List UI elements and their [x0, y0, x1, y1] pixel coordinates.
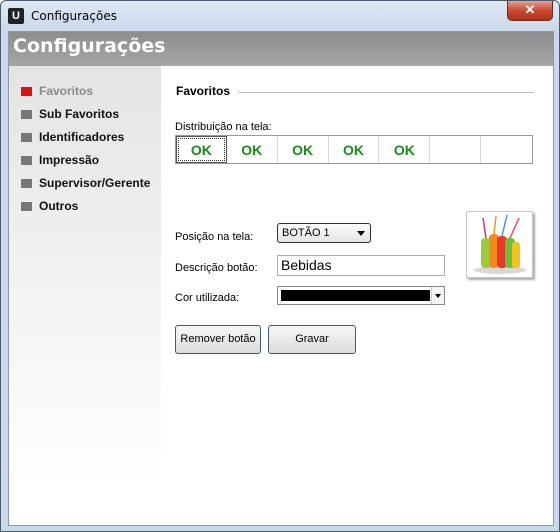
remove-button[interactable]: Remover botão	[175, 325, 261, 354]
gray-square-icon	[21, 155, 32, 165]
button-image-preview[interactable]	[466, 211, 533, 278]
button-slot-grid: OK OK OK OK OK	[175, 135, 533, 164]
description-label: Descrição botão:	[175, 262, 258, 274]
sidebar-item-outros[interactable]: Outros	[21, 198, 78, 214]
sidebar-item-impressao[interactable]: Impressão	[21, 152, 99, 168]
gray-square-icon	[21, 132, 32, 142]
chevron-down-icon	[357, 231, 365, 236]
sidebar-item-label: Supervisor/Gerente	[39, 176, 151, 190]
color-picker[interactable]	[277, 286, 445, 305]
sidebar-item-sub-favoritos[interactable]: Sub Favoritos	[21, 106, 119, 122]
header-band: Configurações	[9, 32, 553, 66]
sidebar-item-identificadores[interactable]: Identificadores	[21, 129, 124, 145]
close-button[interactable]: ✕	[507, 1, 553, 21]
sidebar-item-label: Impressão	[39, 153, 100, 167]
slot-cell[interactable]: OK	[379, 136, 431, 163]
slot-cell[interactable]: OK	[227, 136, 278, 163]
sidebar-item-label: Favoritos	[39, 84, 94, 98]
chevron-down-icon[interactable]	[431, 287, 444, 304]
description-input[interactable]: Bebidas	[277, 255, 445, 276]
slot-cell[interactable]: OK	[278, 136, 329, 163]
title-bar[interactable]: U Configurações ✕	[1, 1, 559, 31]
color-label: Cor utilizada:	[175, 292, 240, 304]
color-swatch	[281, 290, 430, 301]
save-button[interactable]: Gravar	[268, 325, 356, 354]
sidebar-item-label: Outros	[39, 199, 79, 213]
gray-square-icon	[21, 109, 32, 119]
window-title: Configurações	[31, 9, 117, 23]
sidebar: Favoritos Sub Favoritos Identificadores …	[9, 66, 161, 525]
section-title: Favoritos	[176, 84, 231, 98]
distribution-label: Distribuição na tela:	[175, 121, 272, 133]
drinks-image-icon	[474, 214, 526, 274]
client-area: Configurações Favoritos Sub Favoritos Id…	[8, 31, 554, 526]
sidebar-item-label: Identificadores	[39, 130, 125, 144]
slot-cell[interactable]: OK	[176, 136, 227, 163]
section-divider	[239, 92, 534, 93]
red-square-icon	[21, 86, 32, 96]
position-select-value: BOTÃO 1	[282, 227, 330, 239]
gray-square-icon	[21, 201, 32, 211]
settings-window: U Configurações ✕ Configurações Favorito…	[0, 0, 560, 532]
position-select[interactable]: BOTÃO 1	[277, 223, 371, 243]
page-title: Configurações	[13, 35, 166, 57]
slot-cell[interactable]	[481, 136, 532, 163]
slot-cell[interactable]: OK	[329, 136, 380, 163]
sidebar-item-favoritos[interactable]: Favoritos	[21, 83, 93, 99]
slot-cell[interactable]	[430, 136, 482, 163]
sidebar-item-supervisor-gerente[interactable]: Supervisor/Gerente	[21, 175, 150, 191]
position-label: Posição na tela:	[175, 231, 254, 243]
gray-square-icon	[21, 178, 32, 188]
sidebar-item-label: Sub Favoritos	[39, 107, 120, 121]
content-panel: Favoritos Distribuição na tela: OK OK OK…	[161, 66, 553, 525]
app-icon: U	[8, 8, 24, 24]
